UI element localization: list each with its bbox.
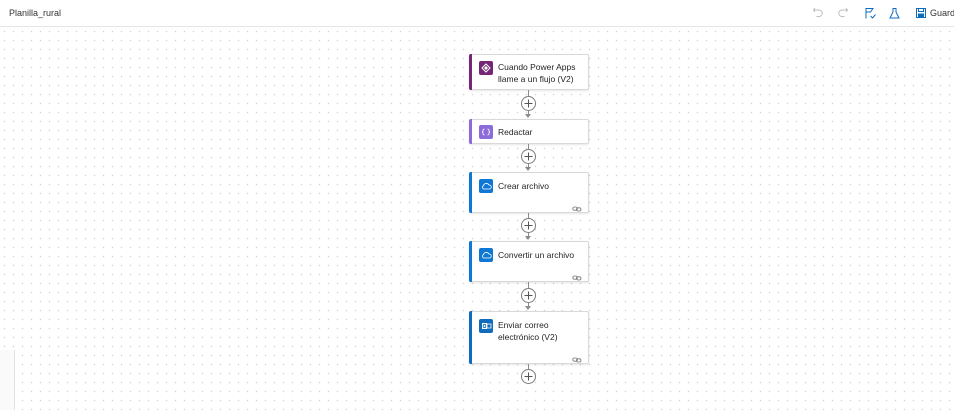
step-label: Enviar correo electrónico (V2) (498, 320, 558, 342)
onedrive-icon (479, 248, 493, 262)
flow-step-convert-file[interactable]: Convertir un archivo (469, 241, 589, 282)
add-step-button[interactable] (521, 96, 536, 111)
step-label: Crear archivo (498, 181, 550, 191)
plus-icon (524, 99, 533, 108)
save-icon[interactable] (913, 5, 929, 21)
flow-step-powerapps-trigger[interactable]: Cuando Power Apps llame a un flujo (V2) (469, 54, 589, 90)
compose-icon (479, 125, 493, 139)
test-icon[interactable] (886, 5, 902, 21)
step-accent (469, 311, 472, 364)
outlook-icon (479, 319, 493, 333)
link-icon (572, 269, 582, 281)
connector-arrow (525, 306, 531, 310)
flow-title: Planilla_rural (9, 8, 62, 18)
add-step-button[interactable] (521, 149, 536, 164)
step-label: Cuando Power Apps llame a un flujo (V2) (498, 62, 576, 84)
flow-step-create-file[interactable]: Crear archivo (469, 172, 589, 213)
step-accent (469, 119, 472, 144)
flow-checker-icon[interactable] (862, 5, 878, 21)
onedrive-icon (479, 179, 493, 193)
add-step-button[interactable] (521, 369, 536, 384)
plus-icon (524, 372, 533, 381)
step-label: Convertir un archivo (498, 250, 575, 260)
add-step-button[interactable] (521, 288, 536, 303)
connector-arrow (525, 167, 531, 171)
plus-icon (524, 221, 533, 230)
canvas-side-panel (0, 350, 15, 410)
flow-step-compose[interactable]: Redactar (469, 119, 589, 144)
top-bar: Planilla_rural Guard (0, 0, 954, 27)
step-label: Redactar (498, 127, 533, 137)
flow-step-send-email[interactable]: Enviar correo electrónico (V2) (469, 311, 589, 364)
plus-icon (524, 291, 533, 300)
plus-icon (524, 152, 533, 161)
step-accent (469, 54, 472, 90)
step-accent (469, 172, 472, 213)
step-accent (469, 241, 472, 282)
link-icon (572, 200, 582, 212)
link-icon (572, 351, 582, 363)
undo-icon[interactable] (810, 5, 826, 21)
add-step-button[interactable] (521, 218, 536, 233)
connector-arrow (525, 114, 531, 118)
redo-icon[interactable] (835, 5, 851, 21)
powerapps-icon (479, 61, 493, 75)
save-button-label[interactable]: Guard (930, 8, 954, 18)
connector-arrow (525, 236, 531, 240)
